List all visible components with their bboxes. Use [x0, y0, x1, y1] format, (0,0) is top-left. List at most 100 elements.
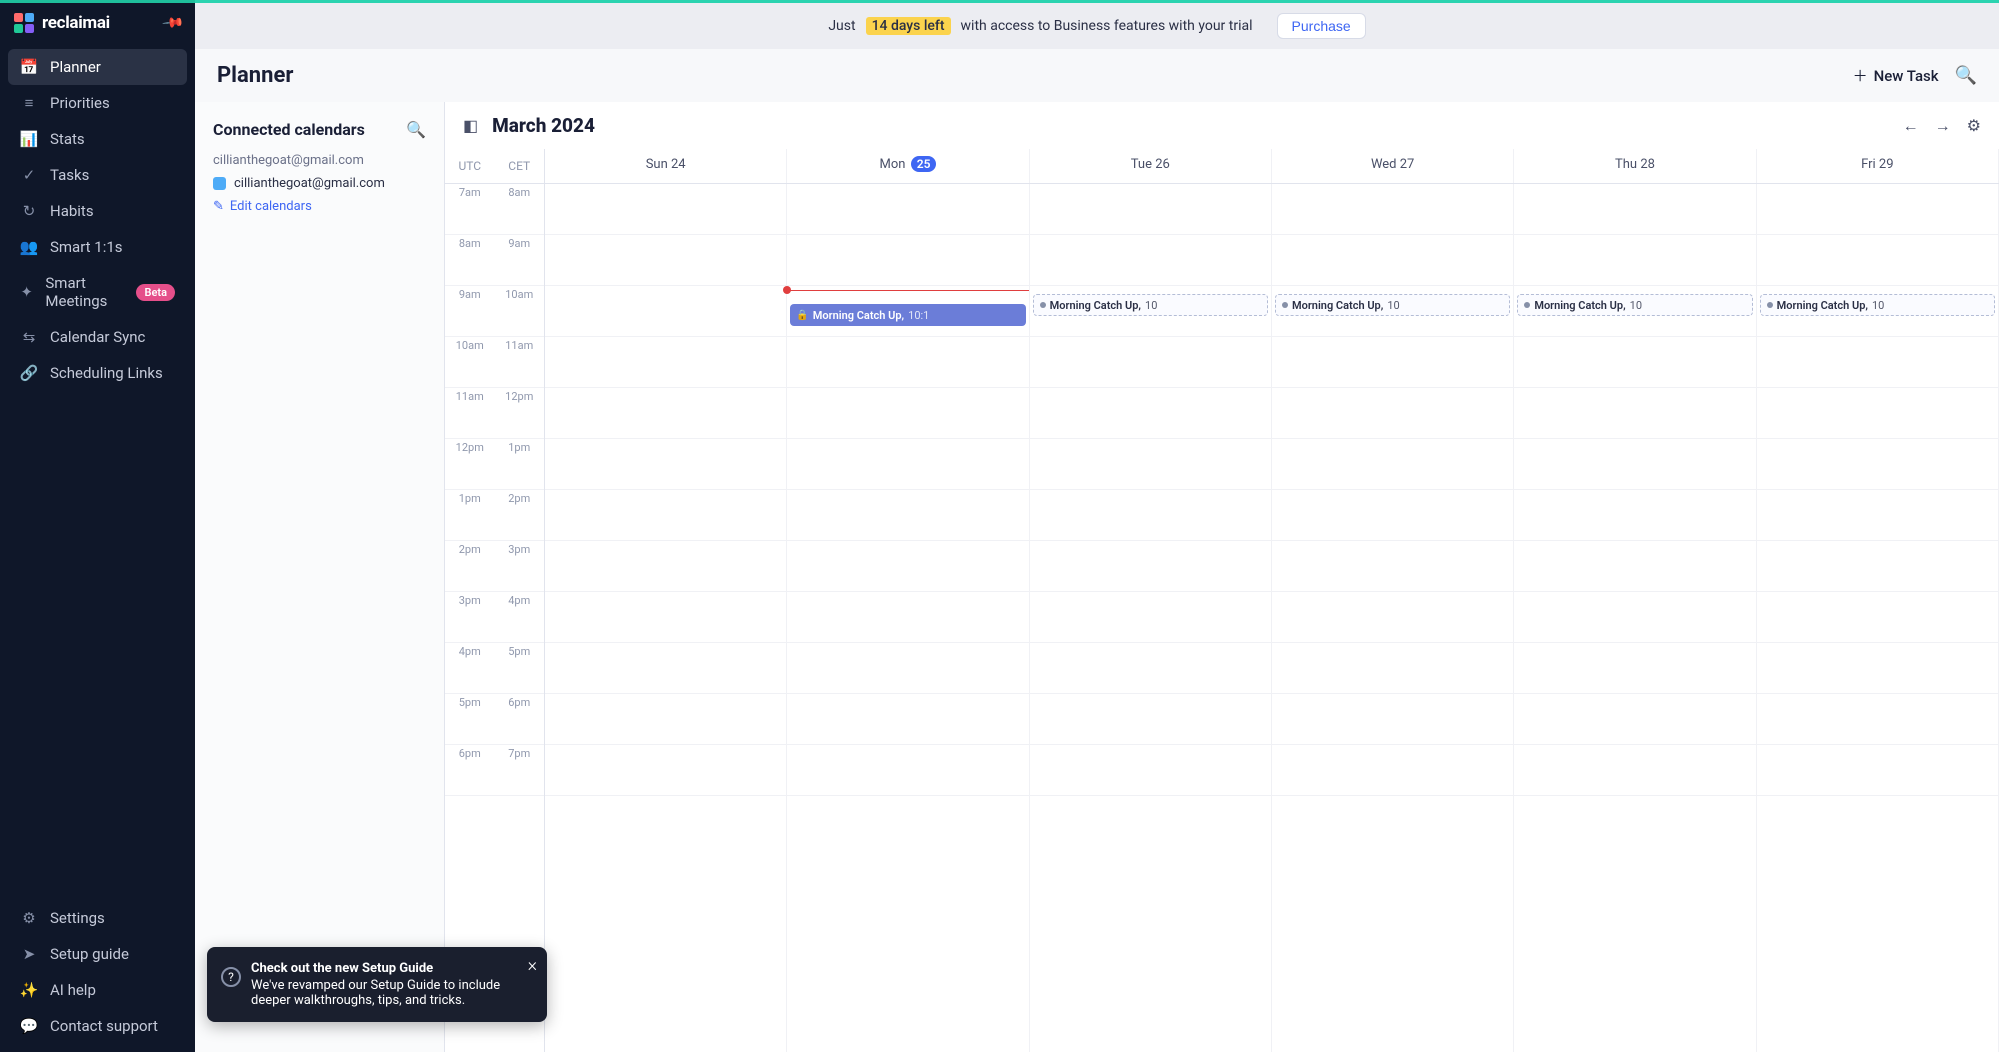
sidebar-item-smart-1-1s[interactable]: 👥Smart 1:1s	[8, 229, 187, 265]
panel-toggle-icon[interactable]: ◧	[463, 116, 478, 135]
time-slot[interactable]	[1757, 490, 1998, 541]
time-slot[interactable]	[787, 745, 1028, 796]
calendar-event-placeholder[interactable]: Morning Catch Up,10	[1517, 294, 1752, 316]
time-slot[interactable]	[1030, 490, 1271, 541]
day-column[interactable]: Morning Catch Up,10	[1030, 184, 1272, 1052]
time-slot[interactable]	[1757, 337, 1998, 388]
time-slot[interactable]	[545, 694, 786, 745]
time-slot[interactable]	[1757, 643, 1998, 694]
day-header[interactable]: Wed 27	[1272, 149, 1514, 183]
sidebar-item-stats[interactable]: 📊Stats	[8, 121, 187, 157]
time-slot[interactable]	[1030, 541, 1271, 592]
sidebar-item-planner[interactable]: 📅Planner	[8, 49, 187, 85]
time-slot[interactable]	[787, 592, 1028, 643]
time-slot[interactable]	[545, 184, 786, 235]
time-slot[interactable]	[1514, 388, 1755, 439]
time-slot[interactable]	[1514, 592, 1755, 643]
time-slot[interactable]	[1514, 184, 1755, 235]
time-slot[interactable]	[1514, 337, 1755, 388]
calendar-event[interactable]: 🔒Morning Catch Up,10:1	[790, 304, 1025, 326]
sidebar-item-calendar-sync[interactable]: ⇆Calendar Sync	[8, 319, 187, 355]
sidebar-item-habits[interactable]: ↻Habits	[8, 193, 187, 229]
time-slot[interactable]	[1514, 745, 1755, 796]
time-slot[interactable]	[1272, 439, 1513, 490]
sidebar-item-priorities[interactable]: ≡Priorities	[8, 85, 187, 121]
time-slot[interactable]	[787, 388, 1028, 439]
time-slot[interactable]	[545, 745, 786, 796]
time-slot[interactable]	[545, 490, 786, 541]
time-slot[interactable]	[1030, 643, 1271, 694]
next-week-button[interactable]: →	[1935, 116, 1951, 136]
sidebar-item-smart-meetings[interactable]: ✦Smart MeetingsBeta	[8, 265, 187, 319]
time-slot[interactable]	[1030, 694, 1271, 745]
day-header[interactable]: Sun 24	[545, 149, 787, 183]
time-slot[interactable]	[1757, 694, 1998, 745]
brand-logo[interactable]: reclaimai	[14, 13, 110, 33]
time-slot[interactable]	[545, 439, 786, 490]
time-slot[interactable]	[1272, 490, 1513, 541]
time-slot[interactable]	[1030, 388, 1271, 439]
time-slot[interactable]	[1272, 235, 1513, 286]
time-slot[interactable]	[545, 286, 786, 337]
time-slot[interactable]	[787, 541, 1028, 592]
day-column[interactable]: Morning Catch Up,10	[1272, 184, 1514, 1052]
calendar-checkbox[interactable]	[213, 177, 226, 190]
time-slot[interactable]	[1514, 439, 1755, 490]
day-column[interactable]	[545, 184, 787, 1052]
time-slot[interactable]	[1514, 490, 1755, 541]
time-slot[interactable]	[787, 337, 1028, 388]
time-slot[interactable]	[545, 541, 786, 592]
time-slot[interactable]	[787, 439, 1028, 490]
sidebar-item-settings[interactable]: ⚙Settings	[8, 900, 187, 936]
time-slot[interactable]	[787, 184, 1028, 235]
time-slot[interactable]	[1514, 694, 1755, 745]
time-slot[interactable]	[787, 490, 1028, 541]
time-slot[interactable]	[1272, 388, 1513, 439]
time-slot[interactable]	[1757, 388, 1998, 439]
time-slot[interactable]	[1514, 541, 1755, 592]
day-header[interactable]: Fri 29	[1757, 149, 1999, 183]
edit-calendars-link[interactable]: ✎ Edit calendars	[213, 199, 426, 214]
time-slot[interactable]	[1272, 643, 1513, 694]
close-icon[interactable]: ×	[528, 955, 537, 976]
time-slot[interactable]	[1272, 745, 1513, 796]
day-header[interactable]: Tue 26	[1030, 149, 1272, 183]
sidebar-item-scheduling-links[interactable]: 🔗Scheduling Links	[8, 355, 187, 391]
search-icon[interactable]: 🔍	[1955, 65, 1977, 86]
pin-icon[interactable]: 📌	[160, 11, 184, 34]
calendar-event-placeholder[interactable]: Morning Catch Up,10	[1760, 294, 1995, 316]
time-slot[interactable]	[545, 388, 786, 439]
time-slot[interactable]	[1757, 184, 1998, 235]
purchase-button[interactable]: Purchase	[1277, 13, 1366, 39]
time-slot[interactable]	[545, 337, 786, 388]
time-slot[interactable]	[1757, 541, 1998, 592]
new-task-button[interactable]: ＋ New Task	[1853, 65, 1939, 86]
time-slot[interactable]	[1030, 592, 1271, 643]
time-slot[interactable]	[787, 694, 1028, 745]
time-slot[interactable]	[1030, 235, 1271, 286]
time-slot[interactable]	[1030, 439, 1271, 490]
sidebar-item-ai-help[interactable]: ✨AI help	[8, 972, 187, 1008]
time-slot[interactable]	[1757, 592, 1998, 643]
time-slot[interactable]	[545, 235, 786, 286]
time-slot[interactable]	[1030, 337, 1271, 388]
time-slot[interactable]	[545, 592, 786, 643]
time-slot[interactable]	[1757, 235, 1998, 286]
time-slot[interactable]	[787, 643, 1028, 694]
sidebar-item-tasks[interactable]: ✓Tasks	[8, 157, 187, 193]
time-slot[interactable]	[1514, 643, 1755, 694]
time-slot[interactable]	[1757, 439, 1998, 490]
time-slot[interactable]	[1272, 541, 1513, 592]
day-column[interactable]: Morning Catch Up,10	[1514, 184, 1756, 1052]
time-slot[interactable]	[1030, 184, 1271, 235]
time-slot[interactable]	[1272, 592, 1513, 643]
time-slot[interactable]	[1272, 694, 1513, 745]
day-column[interactable]: 🔒Morning Catch Up,10:1	[787, 184, 1029, 1052]
calendar-row[interactable]: cillianthegoat@gmail.com	[213, 176, 426, 191]
calendar-grid[interactable]: 🔒Morning Catch Up,10:1 Morning Catch Up,1…	[545, 184, 1999, 1052]
calendar-event-placeholder[interactable]: Morning Catch Up,10	[1033, 294, 1268, 316]
calendar-event-placeholder[interactable]: Morning Catch Up,10	[1275, 294, 1510, 316]
prev-week-button[interactable]: ←	[1903, 116, 1919, 136]
time-slot[interactable]	[1030, 745, 1271, 796]
panel-search-icon[interactable]: 🔍	[406, 120, 426, 139]
